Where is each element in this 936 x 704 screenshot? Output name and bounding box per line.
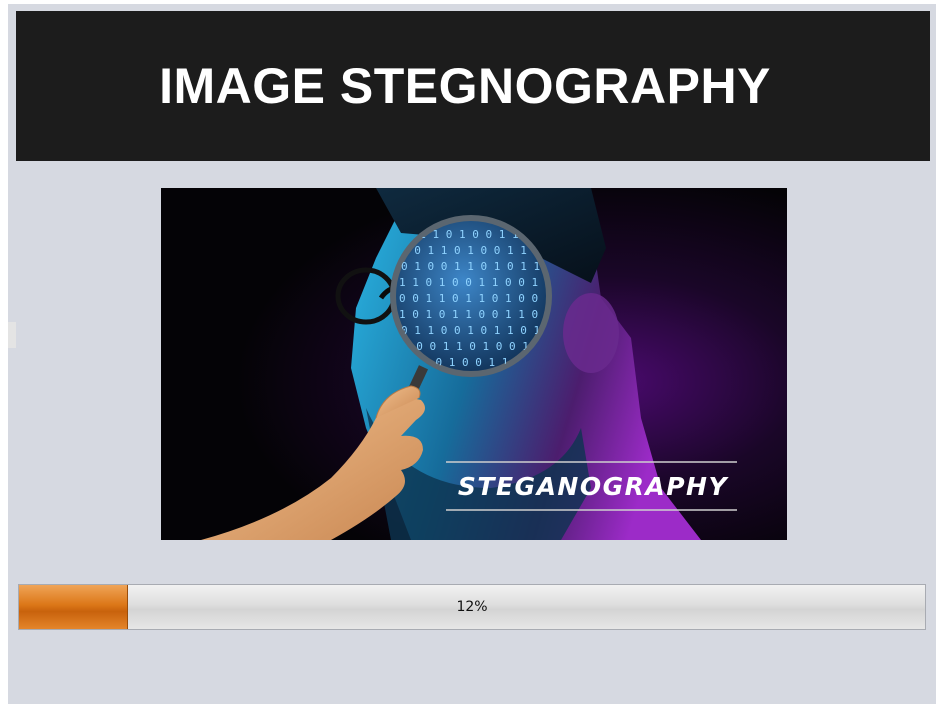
window-top-strip: [8, 0, 936, 4]
steganography-illustration: 0 1 1 0 1 0 0 1 1 0 1 1 0 1 1 0 1 0 0 1 …: [161, 188, 787, 540]
svg-text:1 1 0 1 0 0 1 1 0 0 1: 1 1 0 1 0 0 1 1 0 0 1: [399, 276, 538, 289]
svg-text:1 0 1 1 0 1 0 0 1 1 0: 1 0 1 1 0 1 0 0 1 1 0: [401, 244, 540, 257]
window-edge-marker: [8, 322, 16, 348]
svg-text:0 1 1 0 0 1 0 1 1 0 1: 0 1 1 0 0 1 0 1 1 0 1: [401, 324, 540, 337]
svg-text:0 0 1 1 0 1 1 0 1 0 0: 0 0 1 1 0 1 1 0 1 0 0: [399, 292, 538, 305]
overlay-title: STEGANOGRAPHY: [458, 472, 730, 501]
progress-label: 12%: [456, 599, 488, 615]
svg-text:1 0 1 0 1 1 0 0 1 1 0: 1 0 1 0 1 1 0 0 1 1 0: [399, 308, 538, 321]
hero-image: 0 1 1 0 1 0 0 1 1 0 1 1 0 1 1 0 1 0 0 1 …: [161, 188, 787, 540]
page-title: IMAGE STEGNOGRAPHY: [159, 58, 771, 114]
progress-bar: 12%: [18, 584, 926, 630]
svg-text:0 1 0 0 1 1 0 1 0 1 1: 0 1 0 0 1 1 0 1 0 1 1: [401, 260, 540, 273]
title-banner: IMAGE STEGNOGRAPHY: [16, 11, 930, 161]
svg-text:1 0 0 1 1 0 1 0 0 1 1: 1 0 0 1 1 0 1 0 0 1 1: [403, 340, 542, 353]
